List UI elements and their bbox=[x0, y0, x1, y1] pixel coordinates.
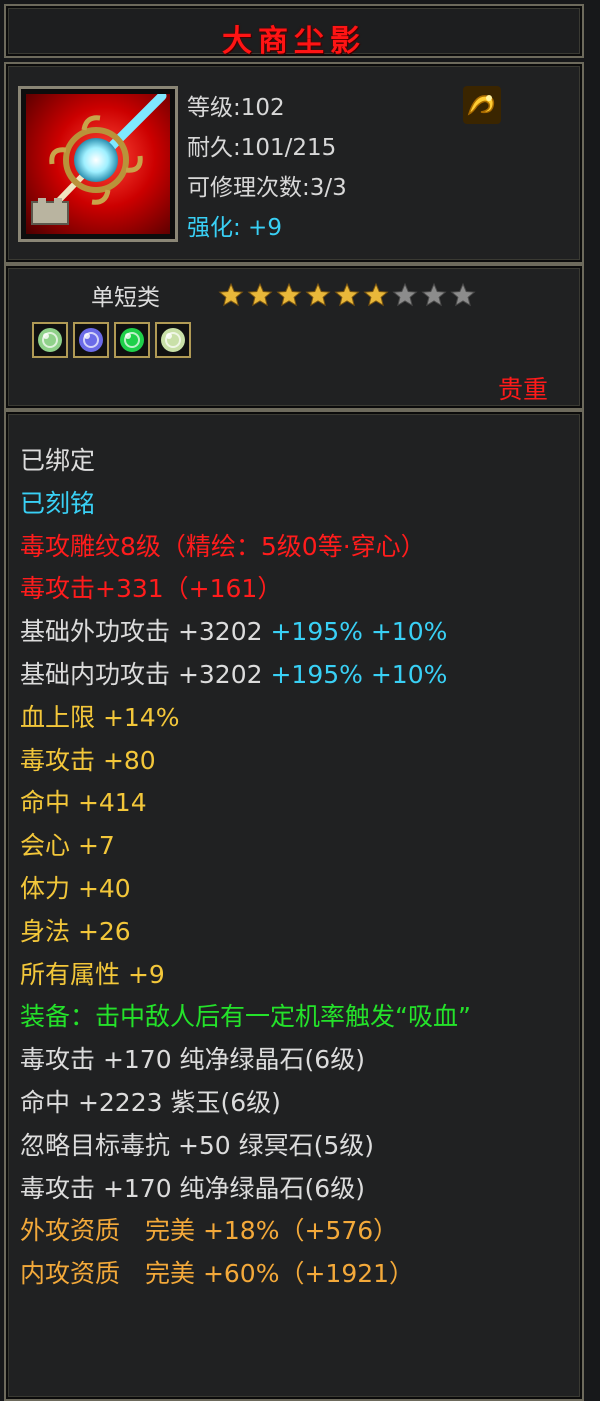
attribute-text: 会心 +7 bbox=[20, 831, 115, 861]
attribute-text: +195% +10% bbox=[270, 617, 448, 647]
attribute-text: 血上限 +14% bbox=[20, 702, 180, 732]
attribute-line: 毒攻击 +170 纯净绿晶石(6级) bbox=[20, 1168, 580, 1211]
socketed-gems bbox=[32, 322, 191, 358]
star-filled-icon bbox=[247, 282, 273, 307]
attribute-text: 装备：击中敌人后有一定机率触发“吸血” bbox=[20, 1002, 471, 1032]
attribute-text: 命中 +414 bbox=[20, 788, 147, 818]
star-filled-icon bbox=[334, 282, 360, 307]
attribute-line: 会心 +7 bbox=[20, 825, 580, 868]
attribute-text: 命中 +2223 紫玉(6级) bbox=[20, 1087, 281, 1117]
item-repair-count: 可修理次数:3/3 bbox=[187, 175, 347, 201]
attribute-line: 忽略目标毒抗 +50 绿冥石(5级) bbox=[20, 1125, 580, 1168]
attribute-text: 体力 +40 bbox=[20, 873, 131, 903]
star-filled-icon bbox=[218, 282, 244, 307]
attribute-line: 毒攻击+331（+161） bbox=[20, 568, 580, 611]
item-icon-frame[interactable] bbox=[18, 86, 178, 242]
attribute-panel: 已绑定已刻铭毒攻雕纹8级（精绘：5级0等·穿心） 毒攻击+331（+161） 基础外… bbox=[4, 410, 584, 1401]
attribute-text: 已绑定 bbox=[20, 446, 96, 475]
attribute-list: 已绑定已刻铭毒攻雕纹8级（精绘：5级0等·穿心） 毒攻击+331（+161） 基础外… bbox=[20, 440, 580, 1296]
attribute-line: 内攻资质 完美 +60%（+1921） bbox=[20, 1253, 580, 1296]
attribute-line: 已刻铭 bbox=[20, 483, 580, 526]
attribute-text: 毒攻击+331（+161） bbox=[20, 574, 283, 604]
item-name: 大商尘影 bbox=[222, 24, 366, 59]
dagger-icon bbox=[26, 94, 170, 234]
green-crystal-gem-icon[interactable] bbox=[114, 322, 150, 358]
item-enhance-level: 强化: +9 bbox=[187, 215, 282, 241]
item-quality: 贵重 bbox=[497, 375, 548, 404]
dragon-badge-icon bbox=[461, 84, 501, 124]
item-title-bar: 大商尘影 bbox=[4, 4, 584, 59]
attribute-text: 毒攻击 +170 纯净绿晶石(6级) bbox=[20, 1173, 365, 1203]
purple-jade-gem-icon[interactable] bbox=[73, 322, 109, 358]
attribute-line: 基础内功攻击 +3202 +195% +10% bbox=[20, 654, 580, 697]
attribute-text: +195% +10% bbox=[270, 659, 448, 689]
white-jade-gem-icon[interactable] bbox=[32, 322, 68, 358]
attribute-line: 命中 +2223 紫玉(6级) bbox=[20, 1082, 580, 1125]
attribute-line: 毒攻击 +170 纯净绿晶石(6级) bbox=[20, 1039, 580, 1082]
star-rating bbox=[218, 282, 476, 308]
weapon-category: 单短类 bbox=[91, 285, 160, 311]
attribute-line: 毒攻雕纹8级（精绘：5级0等·穿心） bbox=[20, 526, 580, 569]
attribute-text: 身法 +26 bbox=[20, 916, 131, 946]
attribute-text: 基础内功攻击 +3202 bbox=[20, 659, 271, 689]
attribute-line: 所有属性 +9 bbox=[20, 954, 580, 997]
attribute-text: 毒攻雕纹8级（精绘：5级0等·穿心） bbox=[20, 531, 426, 561]
attribute-text: 忽略目标毒抗 +50 绿冥石(5级) bbox=[20, 1130, 375, 1160]
attribute-line: 身法 +26 bbox=[20, 911, 580, 954]
attribute-line: 血上限 +14% bbox=[20, 697, 580, 740]
star-empty-icon bbox=[392, 282, 418, 307]
item-info-panel: 等级:102 耐久:101/215 可修理次数:3/3 强化: +9 bbox=[4, 62, 584, 264]
attribute-line: 体力 +40 bbox=[20, 868, 580, 911]
attribute-line: 毒攻击 +80 bbox=[20, 740, 580, 783]
star-filled-icon bbox=[276, 282, 302, 307]
attribute-line: 命中 +414 bbox=[20, 782, 580, 825]
attribute-text: 所有属性 +9 bbox=[20, 959, 165, 989]
attribute-text: 内攻资质 完美 +60%（+1921） bbox=[20, 1259, 415, 1289]
attribute-line: 已绑定 bbox=[20, 440, 580, 483]
attribute-text: 毒攻击 +170 纯净绿晶石(6级) bbox=[20, 1045, 365, 1075]
item-rank-panel: 单短类 贵重 bbox=[4, 264, 584, 410]
star-filled-icon bbox=[305, 282, 331, 307]
star-empty-icon bbox=[450, 282, 476, 307]
item-durability: 耐久:101/215 bbox=[187, 135, 337, 161]
attribute-text: 已刻铭 bbox=[20, 488, 96, 518]
attribute-line: 装备：击中敌人后有一定机率触发“吸血” bbox=[20, 996, 580, 1039]
attribute-text: 外攻资质 完美 +18%（+576） bbox=[20, 1216, 399, 1246]
attribute-text: 基础外功攻击 +3202 bbox=[20, 617, 271, 647]
attribute-line: 基础外功攻击 +3202 +195% +10% bbox=[20, 611, 580, 654]
item-level: 等级:102 bbox=[187, 95, 285, 121]
star-empty-icon bbox=[421, 282, 447, 307]
attribute-line: 外攻资质 完美 +18%（+576） bbox=[20, 1210, 580, 1253]
white-jade-gem-icon[interactable] bbox=[155, 322, 191, 358]
attribute-text: 毒攻击 +80 bbox=[20, 745, 156, 775]
star-filled-icon bbox=[363, 282, 389, 307]
